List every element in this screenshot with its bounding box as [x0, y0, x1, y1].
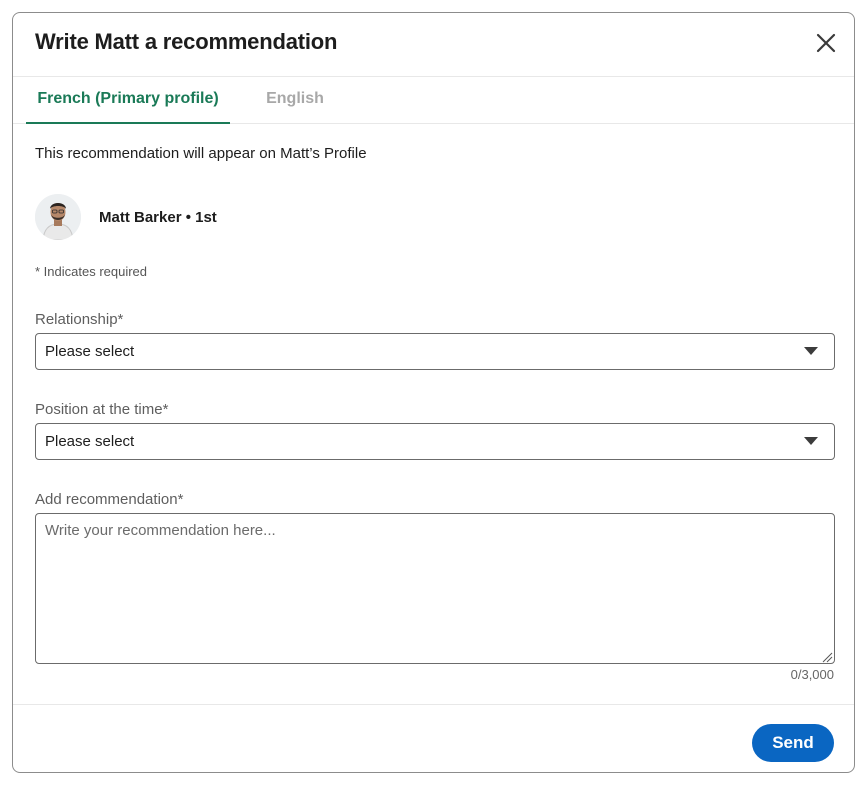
close-icon [816, 33, 836, 53]
tab-english[interactable]: English [255, 77, 335, 124]
modal-title: Write Matt a recommendation [35, 29, 338, 54]
send-button[interactable]: Send [752, 724, 834, 762]
modal-header: Write Matt a recommendation [13, 13, 854, 77]
recommendation-label: Add recommendation* [35, 491, 184, 508]
relationship-label: Relationship* [35, 311, 124, 328]
language-tabs: French (Primary profile) English [13, 77, 854, 124]
position-select[interactable]: Please select [35, 423, 835, 460]
close-button[interactable] [814, 31, 838, 55]
profile-notice: This recommendation will appear on Matt’… [35, 145, 367, 162]
person-avatar-icon [35, 194, 81, 240]
recipient-name: Matt Barker • 1st [99, 208, 217, 226]
caret-down-icon [804, 437, 818, 445]
caret-down-icon [804, 347, 818, 355]
recipient-info: Matt Barker • 1st [35, 193, 217, 241]
position-select-value: Please select [45, 433, 135, 450]
character-counter: 0/3,000 [790, 667, 834, 682]
tab-french-primary[interactable]: French (Primary profile) [26, 77, 230, 124]
recommendation-textarea[interactable] [35, 513, 835, 664]
modal-footer: Send [13, 704, 854, 772]
recommendation-modal: Write Matt a recommendation French (Prim… [12, 12, 855, 773]
avatar [35, 194, 81, 240]
resize-handle-icon[interactable] [821, 651, 833, 663]
relationship-select-value: Please select [45, 343, 135, 360]
relationship-select[interactable]: Please select [35, 333, 835, 370]
required-note: * Indicates required [35, 264, 148, 279]
position-label: Position at the time* [35, 401, 169, 418]
